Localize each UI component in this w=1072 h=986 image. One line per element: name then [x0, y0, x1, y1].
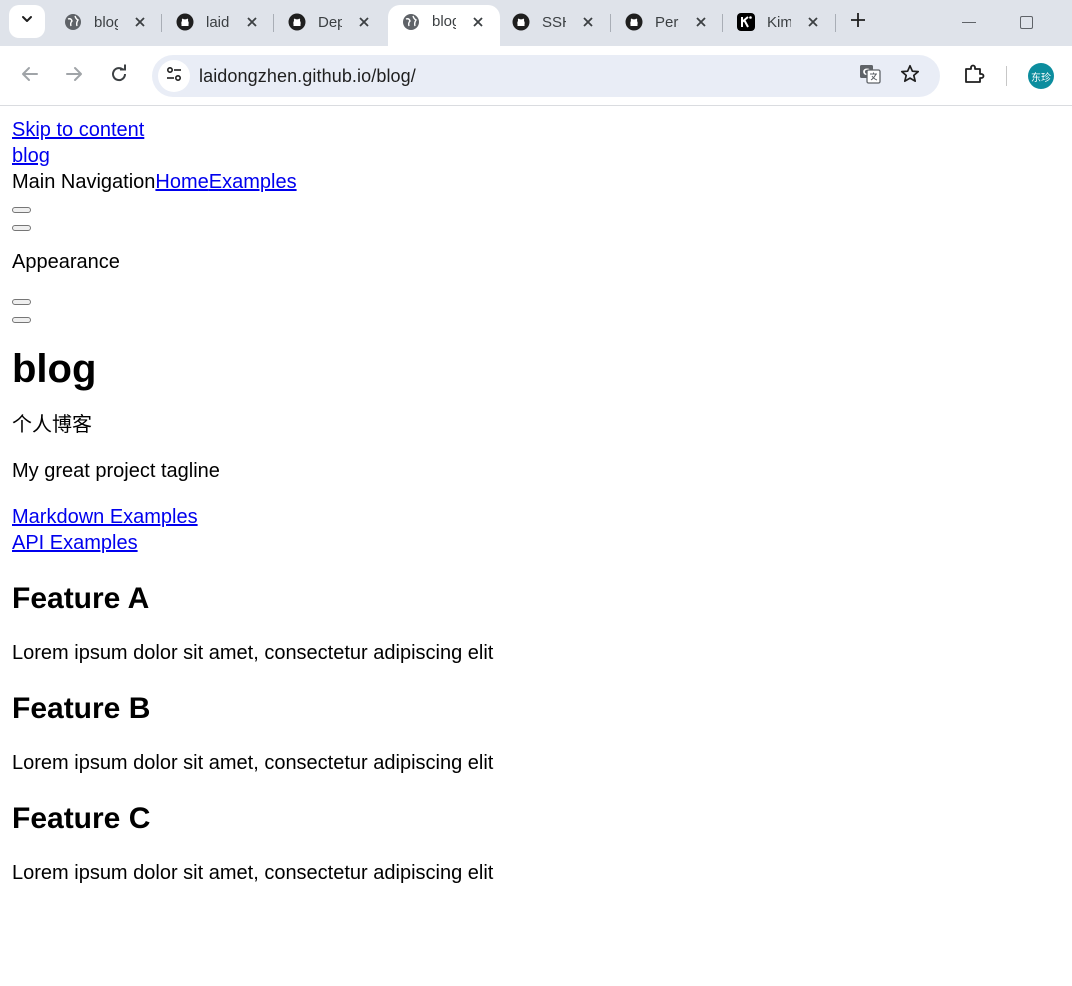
tab-title: Deploy: [318, 13, 342, 31]
nav-link-examples[interactable]: Examples: [209, 171, 297, 193]
skip-to-content-link[interactable]: Skip to content: [12, 117, 1060, 143]
menu-toggle-button[interactable]: [12, 225, 31, 231]
feature-details: Lorem ipsum dolor sit amet, consectetur …: [12, 862, 494, 884]
appearance-switch-button[interactable]: [12, 299, 31, 305]
maximize-window-button[interactable]: [1020, 16, 1033, 29]
close-icon[interactable]: [580, 14, 596, 30]
back-button[interactable]: [18, 64, 42, 88]
markdown-examples-link[interactable]: Markdown Examples: [12, 504, 1060, 530]
arrow-left-icon: [20, 64, 40, 89]
page-content: Skip to content blog Main NavigationHome…: [0, 107, 1072, 986]
nav-label: Main Navigation: [12, 171, 156, 193]
globe-icon: [402, 13, 420, 31]
github-icon: [512, 13, 530, 31]
puzzle-piece-icon: [963, 63, 985, 90]
browser-tab-strip: blog laidongzhen Deploy blog: [0, 0, 1072, 46]
browser-tab-active[interactable]: blog: [388, 5, 500, 46]
feature-title: Feature C: [12, 802, 151, 835]
translate-button[interactable]: G: [858, 64, 882, 88]
close-icon[interactable]: [244, 14, 260, 30]
url-text[interactable]: laidongzhen.github.io/blog/: [199, 66, 416, 87]
plus-icon: [850, 12, 866, 33]
new-tab-button[interactable]: [846, 10, 870, 34]
browser-tab[interactable]: blog: [50, 6, 162, 38]
tab-title: blog: [94, 13, 118, 31]
minimize-window-button[interactable]: [962, 22, 976, 23]
browser-tab[interactable]: SSH: [498, 6, 610, 38]
tune-icon: [165, 65, 183, 88]
nav-link-home[interactable]: Home: [155, 171, 208, 193]
github-icon: [288, 13, 306, 31]
profile-avatar[interactable]: 东珍: [1028, 63, 1054, 89]
address-bar[interactable]: laidongzhen.github.io/blog/ G: [152, 55, 940, 97]
translate-icon: G: [859, 63, 881, 90]
hero-text: 个人博客: [12, 414, 92, 436]
tab-title: laidongzhen: [206, 13, 230, 31]
browser-tab[interactable]: Deploy: [274, 6, 386, 38]
tab-title: blog: [432, 13, 456, 30]
extensions-button[interactable]: [962, 64, 986, 88]
browser-tab[interactable]: laidongzhen: [162, 6, 274, 38]
tab-divider: [835, 14, 836, 32]
tab-title: SSH: [542, 13, 566, 31]
close-icon[interactable]: [805, 14, 821, 30]
main-navigation: Main NavigationHomeExamples: [12, 169, 1060, 195]
search-button[interactable]: [12, 207, 31, 213]
star-icon: [900, 64, 920, 89]
feature-title: Feature B: [12, 692, 151, 725]
api-examples-link[interactable]: API Examples: [12, 530, 1060, 556]
reload-button[interactable]: [107, 64, 131, 88]
browser-tab[interactable]: Personal: [611, 6, 723, 38]
sidebar-toggle-button[interactable]: [12, 317, 31, 323]
tab-title: Kimi: [767, 13, 791, 31]
browser-toolbar: laidongzhen.github.io/blog/ G 东珍: [0, 46, 1072, 106]
close-icon[interactable]: [132, 14, 148, 30]
hero-name: blog: [12, 347, 97, 391]
hero-tagline: My great project tagline: [12, 460, 220, 482]
site-info-button[interactable]: [158, 60, 190, 92]
globe-icon: [64, 13, 82, 31]
hero-actions: Markdown Examples API Examples: [12, 504, 1060, 556]
forward-button[interactable]: [62, 64, 86, 88]
toolbar-divider: [1006, 66, 1007, 86]
bookmark-button[interactable]: [898, 64, 922, 88]
browser-tab[interactable]: Kimi: [723, 6, 835, 38]
kimi-icon: [737, 13, 755, 31]
profile-initials: 东珍: [1031, 72, 1051, 84]
github-icon: [625, 13, 643, 31]
feature-title: Feature A: [12, 582, 150, 615]
tab-search-button[interactable]: [9, 5, 45, 38]
chevron-down-icon: [20, 12, 34, 31]
close-icon[interactable]: [693, 14, 709, 30]
appearance-label: Appearance: [12, 251, 120, 273]
tab-title: Personal: [655, 13, 679, 31]
site-title-link[interactable]: blog: [12, 143, 1060, 169]
feature-details: Lorem ipsum dolor sit amet, consectetur …: [12, 642, 494, 664]
close-icon[interactable]: [470, 14, 486, 30]
close-icon[interactable]: [356, 14, 372, 30]
feature-details: Lorem ipsum dolor sit amet, consectetur …: [12, 752, 494, 774]
reload-icon: [109, 64, 129, 89]
github-icon: [176, 13, 194, 31]
arrow-right-icon: [64, 64, 84, 89]
